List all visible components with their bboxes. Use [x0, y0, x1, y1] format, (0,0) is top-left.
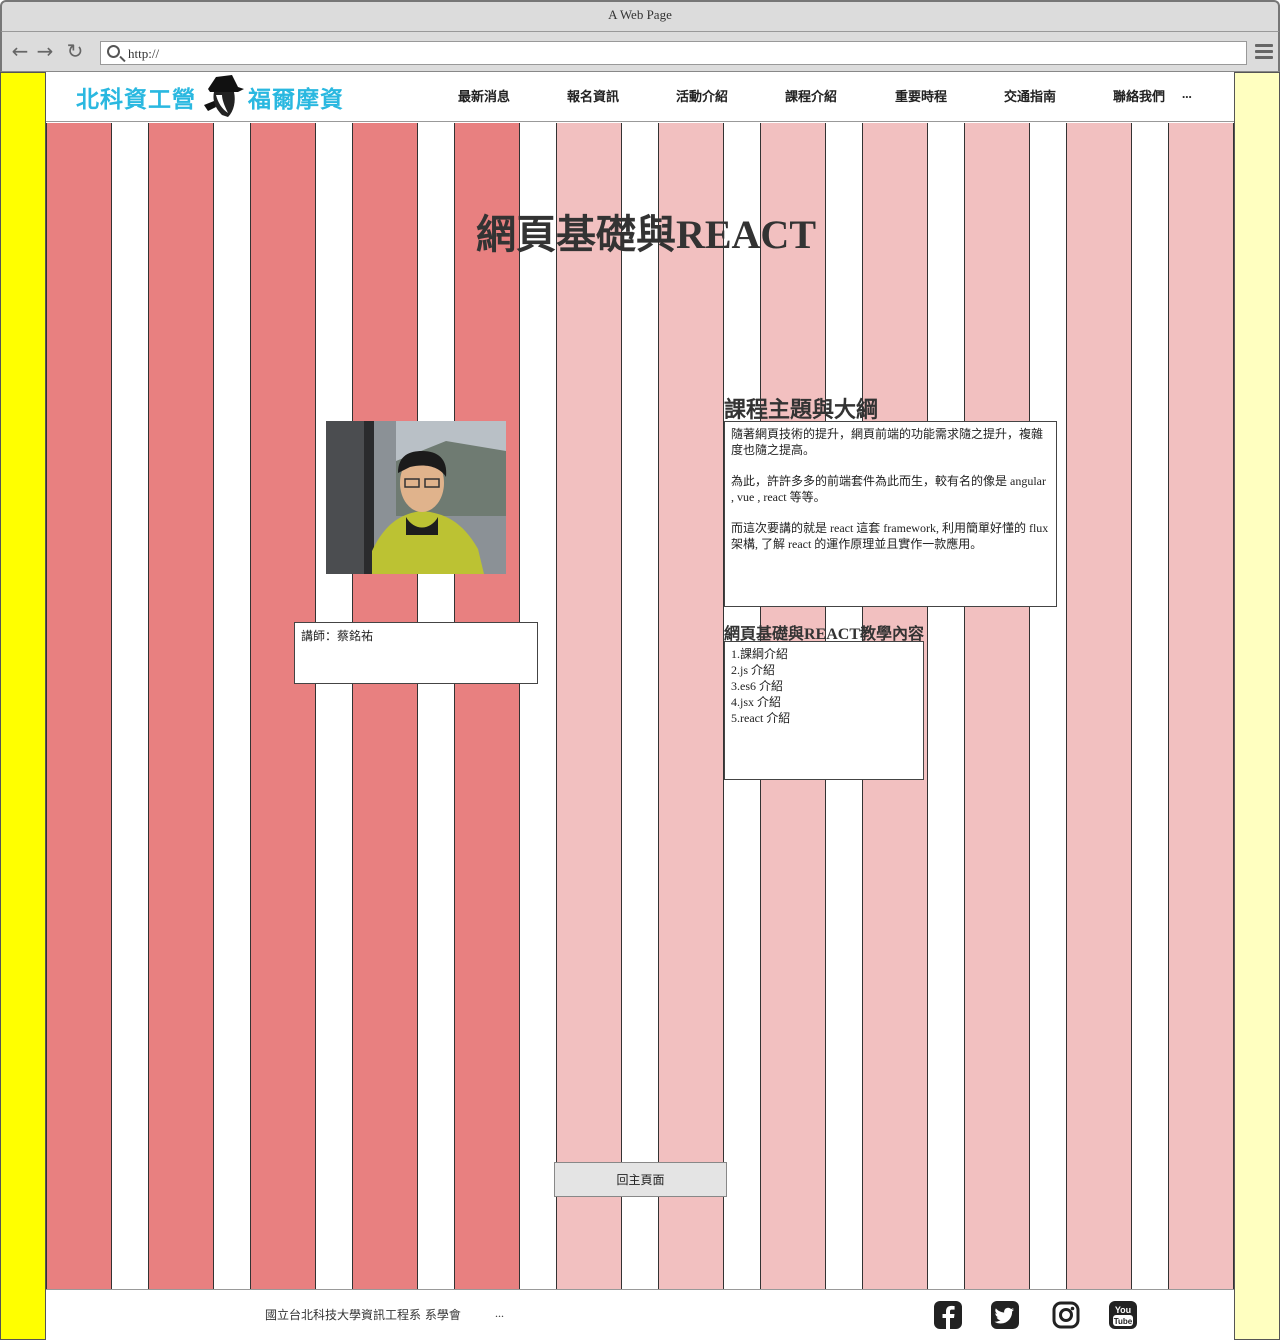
right-panel	[1234, 72, 1280, 1340]
content-item: 1.課綱介紹	[731, 647, 789, 661]
nav-item-registration[interactable]: 報名資訊	[567, 86, 619, 105]
outline-heading: 課程主題與大綱	[724, 397, 879, 422]
nav-item-activities[interactable]: 活動介紹	[676, 86, 728, 105]
stripe	[1168, 123, 1234, 1289]
page-title: 網頁基礎與REACT	[475, 212, 817, 257]
instructor-photo	[326, 421, 506, 574]
page-main: 北科資工營 福爾摩資 最新消息 報名資訊 活動介紹 課程介紹 重要時程 交通指南…	[46, 72, 1234, 1340]
site-logo[interactable]: 北科資工營 福爾摩資	[72, 72, 354, 120]
stripe	[1066, 123, 1132, 1289]
nav-item-news[interactable]: 最新消息	[458, 86, 510, 105]
window-title: A Web Page	[608, 7, 672, 22]
stripe	[658, 123, 724, 1289]
nav-item-courses[interactable]: 課程介紹	[785, 86, 837, 105]
facebook-icon[interactable]	[933, 1300, 963, 1330]
logo-text-right: 福爾摩資	[248, 87, 344, 113]
nav-item-transport[interactable]: 交通指南	[1004, 86, 1056, 105]
content-box: 1.課綱介紹 2.js 介紹 3.es6 介紹 4.jsx 介紹 5.react…	[724, 641, 924, 780]
forward-arrow-icon[interactable]: →	[35, 41, 55, 61]
nav-item-schedule[interactable]: 重要時程	[895, 86, 947, 105]
browser-titlebar: A Web Page	[0, 0, 1280, 32]
footer-text: 國立台北科技大學資訊工程系 系學會	[265, 1308, 461, 1322]
outline-paragraph: 為此，許許多多的前端套件為此而生，較有名的像是 angular , vue , …	[731, 474, 1046, 504]
outline-paragraph: 隨著網頁技術的提升，網頁前端的功能需求隨之提升，複雜度也隨之提高。	[731, 427, 1044, 457]
search-icon	[107, 45, 120, 58]
content-item: 3.es6 介紹	[731, 679, 783, 693]
detective-hat-icon	[204, 75, 244, 117]
instructor-label: 講師：蔡銘祐	[294, 622, 538, 684]
stripe	[250, 123, 316, 1289]
outline-box: 隨著網頁技術的提升，網頁前端的功能需求隨之提升，複雜度也隨之提高。 為此，許許多…	[724, 421, 1057, 607]
stripe	[556, 123, 622, 1289]
content-item: 2.js 介紹	[731, 663, 776, 677]
stripe	[352, 123, 418, 1289]
content-item: 5.react 介紹	[731, 711, 791, 725]
nav-item-contact[interactable]: 聯絡我們	[1113, 86, 1165, 105]
outline-paragraph: 而這次要講的就是 react 這套 framework, 利用簡單好懂的 flu…	[731, 521, 1049, 551]
left-panel	[0, 72, 46, 1340]
url-bar[interactable]: http://	[100, 41, 1247, 65]
site-header: 北科資工營 福爾摩資 最新消息 報名資訊 活動介紹 課程介紹 重要時程 交通指南…	[46, 72, 1234, 122]
content-item: 4.jsx 介紹	[731, 695, 782, 709]
svg-text:You: You	[1115, 1305, 1131, 1315]
site-footer: 國立台北科技大學資訊工程系 系學會 ... You Tube	[46, 1289, 1234, 1340]
stripe	[46, 123, 112, 1289]
back-to-home-button[interactable]: 回主頁面	[554, 1162, 727, 1197]
url-text: http://	[128, 46, 160, 61]
svg-text:Tube: Tube	[1114, 1317, 1133, 1326]
instagram-icon[interactable]	[1051, 1300, 1081, 1330]
stripe	[964, 123, 1030, 1289]
reload-icon[interactable]: ↻	[65, 41, 85, 61]
background-stripes	[46, 123, 1234, 1289]
stripe	[454, 123, 520, 1289]
footer-ellipsis: ...	[495, 1306, 504, 1320]
browser-menu-icon[interactable]	[1255, 44, 1273, 60]
logo-text-left: 北科資工營	[76, 87, 196, 113]
youtube-icon[interactable]: You Tube	[1108, 1300, 1138, 1330]
nav-item-more[interactable]: ...	[1182, 86, 1192, 102]
back-arrow-icon[interactable]: ←	[10, 41, 30, 61]
browser-toolbar: ← → ↻ http://	[0, 32, 1280, 72]
twitter-icon[interactable]	[990, 1300, 1020, 1330]
stripe	[148, 123, 214, 1289]
